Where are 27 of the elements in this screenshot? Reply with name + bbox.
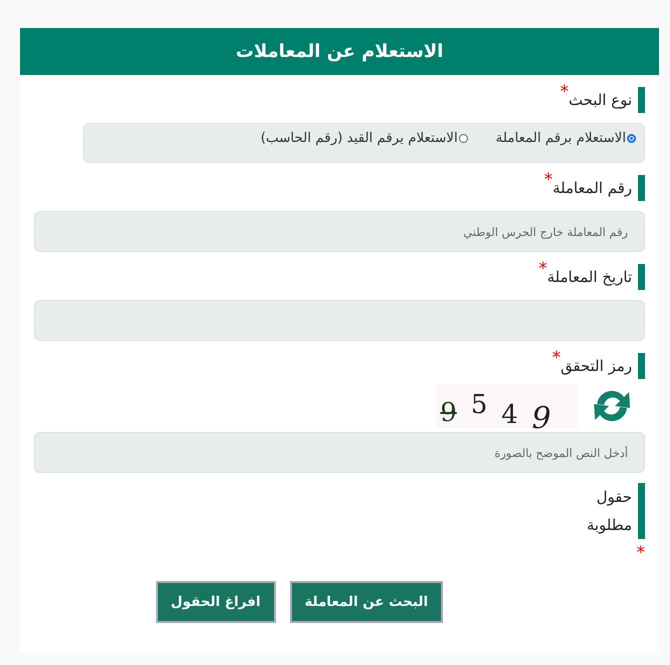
field-label: تاريخ المعاملة <box>547 267 632 288</box>
field-label: رمز التحقق <box>560 356 632 377</box>
required-asterisk: * <box>538 261 548 278</box>
clear-button[interactable]: افراغ الحقول <box>156 581 276 623</box>
search-button[interactable]: البحث عن المعاملة <box>290 581 443 623</box>
label-bar <box>638 175 645 201</box>
text-field[interactable] <box>34 300 645 341</box>
captcha-digit: 5 <box>470 390 488 420</box>
captcha-digit: 4 <box>501 400 518 430</box>
required-fields-note: حقول مطلوبة <box>586 487 632 536</box>
required-asterisk: * <box>544 172 553 189</box>
required-asterisk: * <box>552 350 561 367</box>
field-label: نوع البحث <box>568 90 632 111</box>
captcha-digit: 9 <box>440 398 457 428</box>
radio-option[interactable]: الاستعلام برقم المعاملة <box>496 130 636 146</box>
required-asterisk: * <box>560 84 569 101</box>
label-bar <box>638 483 645 539</box>
label-bar <box>638 353 645 379</box>
form-header: الاستعلام عن المعاملات <box>20 28 659 75</box>
label-bar <box>638 264 645 290</box>
label-bar <box>638 87 645 113</box>
field-label: رقم المعاملة <box>552 178 632 199</box>
radio-option[interactable]: الاستعلام يرقم القيد (رقم الحاسب) <box>260 130 468 146</box>
radio-button[interactable] <box>627 134 636 142</box>
radio-button[interactable] <box>458 134 468 142</box>
text-field[interactable]: رقم المعاملة خارج الحرس الوطني <box>34 211 645 252</box>
required-asterisk: * <box>636 543 645 563</box>
